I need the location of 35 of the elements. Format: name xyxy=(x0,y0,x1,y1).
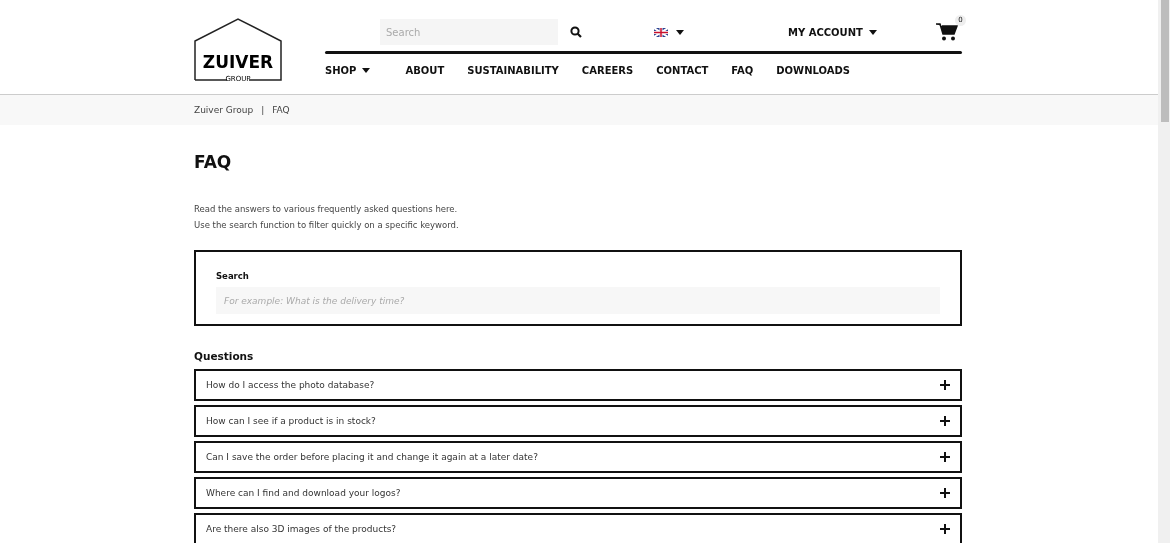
account-menu[interactable]: MY ACCOUNT xyxy=(788,26,877,38)
breadcrumb-link[interactable]: Zuiver Group xyxy=(194,105,254,115)
scrollbar[interactable] xyxy=(1158,0,1170,543)
breadcrumb-link[interactable]: FAQ xyxy=(272,105,290,115)
plus-icon xyxy=(940,488,950,498)
search-icon[interactable] xyxy=(570,26,582,38)
nav-link[interactable]: ABOUT xyxy=(405,64,445,80)
plus-icon xyxy=(940,380,950,390)
nav-link[interactable]: SHOP xyxy=(325,64,371,80)
search-label: Search xyxy=(216,271,249,281)
intro-text: Use the search function to filter quickly on a specific keyword. xyxy=(194,220,460,230)
questions-heading: Questions xyxy=(194,350,255,362)
nav-link[interactable]: SUSTAINABILITY xyxy=(467,64,559,80)
caret-icon xyxy=(868,29,877,35)
plus-icon xyxy=(940,416,950,426)
page-title: FAQ xyxy=(194,152,233,172)
breadcrumb-separator: | xyxy=(261,105,265,115)
question-row[interactable]: How can I see if a product is in stock? xyxy=(194,405,962,437)
question-row[interactable]: Are there also 3D images of the products? xyxy=(194,513,962,543)
question-row[interactable]: Can I save the order before placing it and change it again at a later date? xyxy=(194,441,962,473)
question-row[interactable]: Where can I find and download your logos? xyxy=(194,477,962,509)
plus-icon xyxy=(940,452,950,462)
plus-icon xyxy=(940,524,950,534)
nav-link[interactable]: FAQ xyxy=(731,64,754,80)
flag-icon[interactable] xyxy=(654,27,668,37)
intro-text: Read the answers to various frequently asked questions here. xyxy=(194,204,459,214)
search-field[interactable]: Search xyxy=(380,19,558,45)
question-row[interactable]: How do I access the photo database? xyxy=(194,369,962,401)
faq-search-field[interactable]: For example: What is the delivery time? xyxy=(216,287,940,314)
nav-link[interactable]: DOWNLOADS xyxy=(776,64,850,80)
nav-link[interactable]: CONTACT xyxy=(656,64,709,80)
caret-icon xyxy=(362,67,371,73)
nav-link[interactable]: CAREERS xyxy=(581,64,634,80)
caret-icon[interactable] xyxy=(676,29,684,35)
cart-icon[interactable] xyxy=(936,23,958,41)
